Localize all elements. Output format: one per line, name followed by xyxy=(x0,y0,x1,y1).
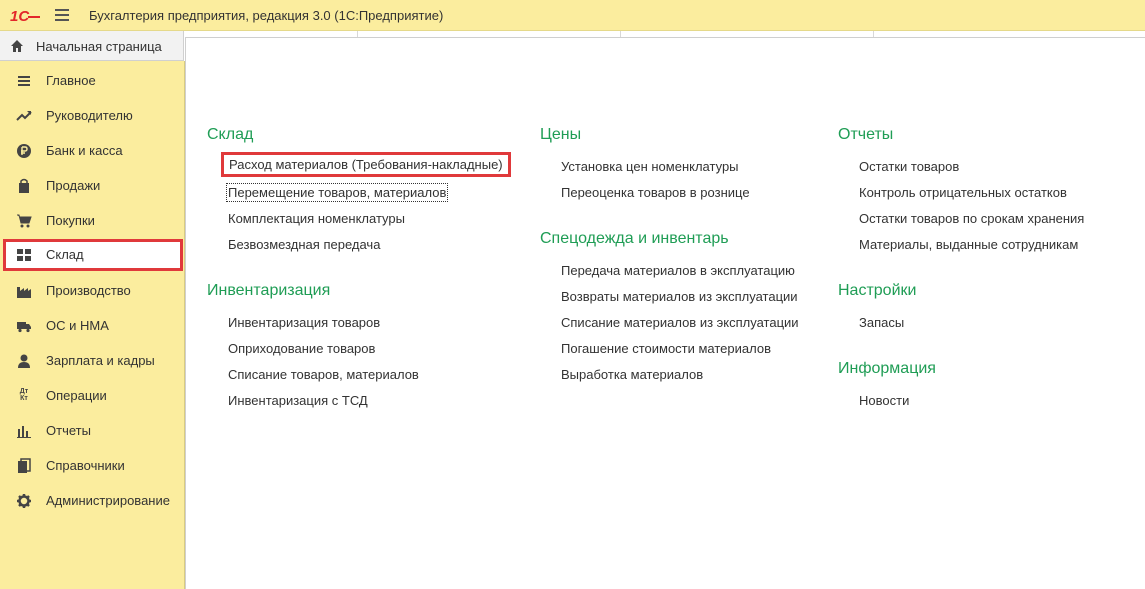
link-retail-revaluation[interactable]: Переоценка товаров в рознице xyxy=(561,185,750,200)
trend-icon xyxy=(16,111,32,121)
group-title-inventory: Инвентаризация xyxy=(207,282,331,299)
link-materials-issued[interactable]: Материалы, выданные сотрудникам xyxy=(859,237,1078,252)
link-inventory-tsd[interactable]: Инвентаризация с ТСД xyxy=(228,393,368,408)
sidebar-item-label: Справочники xyxy=(46,458,125,473)
link-materials-consumption[interactable]: Расход материалов (Требования-накладные) xyxy=(221,152,511,177)
sidebar-item-label: Операции xyxy=(46,388,107,403)
sidebar-item-directories[interactable]: Справочники xyxy=(0,450,184,482)
bag-icon xyxy=(19,178,29,193)
factory-icon xyxy=(17,287,31,298)
home-icon xyxy=(11,40,23,52)
sidebar-item-administration[interactable]: Администрирование xyxy=(0,485,184,517)
tab-home-label: Начальная страница xyxy=(36,39,162,54)
sidebar-item-manager[interactable]: Руководителю xyxy=(0,100,184,132)
group-title-information: Информация xyxy=(838,360,936,377)
warehouse-icon xyxy=(17,249,31,261)
sidebar-item-label: Зарплата и кадры xyxy=(46,353,155,368)
sidebar-item-warehouse[interactable]: Склад xyxy=(3,239,183,271)
gear-icon xyxy=(17,494,31,508)
group-title-warehouse: Склад xyxy=(207,126,254,143)
bar-chart-icon xyxy=(17,426,31,438)
sidebar-item-label: Склад xyxy=(46,247,84,262)
cart-icon xyxy=(17,214,32,228)
group-title-reports: Отчеты xyxy=(838,126,894,143)
books-icon xyxy=(18,458,31,473)
sidebar-item-label: Администрирование xyxy=(46,493,170,508)
link-materials-output[interactable]: Выработка материалов xyxy=(561,367,703,382)
sidebar-item-label: Покупки xyxy=(46,213,95,228)
1c-logo-icon[interactable]: 1С xyxy=(10,7,42,24)
sidebar-item-production[interactable]: Производство xyxy=(0,275,184,307)
person-icon xyxy=(18,354,30,368)
sidebar-item-main[interactable]: Главное xyxy=(0,65,184,97)
link-stocks-settings[interactable]: Запасы xyxy=(859,315,904,330)
link-balances-by-shelf-life[interactable]: Остатки товаров по срокам хранения xyxy=(859,211,1084,226)
ruble-icon xyxy=(17,144,31,158)
dt-kt-icon: Дт Кт xyxy=(19,388,29,402)
section-content: Склад Расход материалов (Требования-накл… xyxy=(185,37,1145,589)
sidebar-item-label: Производство xyxy=(46,283,131,298)
sections-panel: Главное Руководителю Банк и касса Продаж… xyxy=(0,61,185,589)
link-free-transfer[interactable]: Безвозмездная передача xyxy=(228,237,380,252)
sidebar-item-purchases[interactable]: Покупки xyxy=(0,205,184,237)
link-goods-balances[interactable]: Остатки товаров xyxy=(859,159,959,174)
link-set-prices[interactable]: Установка цен номенклатуры xyxy=(561,159,739,174)
sidebar-item-label: Банк и касса xyxy=(46,143,123,158)
tab-home[interactable]: Начальная страница xyxy=(0,31,184,61)
sidebar-item-fixed-assets[interactable]: ОС и НМА xyxy=(0,310,184,342)
truck-icon xyxy=(17,322,31,333)
link-goods-posting[interactable]: Оприходование товаров xyxy=(228,341,375,356)
link-negative-balances[interactable]: Контроль отрицательных остатков xyxy=(859,185,1067,200)
link-goods-inventory[interactable]: Инвентаризация товаров xyxy=(228,315,380,330)
list-icon xyxy=(18,76,30,86)
sidebar-item-label: Главное xyxy=(46,73,96,88)
sidebar-item-label: ОС и НМА xyxy=(46,318,109,333)
group-title-workwear: Спецодежда и инвентарь xyxy=(540,230,729,247)
sidebar-item-operations[interactable]: Дт Кт Операции xyxy=(0,380,184,412)
link-goods-transfer[interactable]: Перемещение товаров, материалов xyxy=(225,183,449,202)
sidebar-item-salary[interactable]: Зарплата и кадры xyxy=(0,345,184,377)
link-materials-writeoff[interactable]: Списание материалов из эксплуатации xyxy=(561,315,799,330)
title-bar: 1С Бухгалтерия предприятия, редакция 3.0… xyxy=(0,0,1145,31)
link-materials-to-operation[interactable]: Передача материалов в эксплуатацию xyxy=(561,263,795,278)
sidebar-item-label: Руководителю xyxy=(46,108,133,123)
link-assembly[interactable]: Комплектация номенклатуры xyxy=(228,211,405,226)
sidebar-item-reports[interactable]: Отчеты xyxy=(0,415,184,447)
sidebar-item-sales[interactable]: Продажи xyxy=(0,170,184,202)
group-title-settings: Настройки xyxy=(838,282,917,299)
sidebar-item-bank[interactable]: Банк и касса xyxy=(0,135,184,167)
main-menu-icon[interactable] xyxy=(55,9,69,21)
svg-text:1С: 1С xyxy=(10,8,30,24)
sidebar-item-label: Отчеты xyxy=(46,423,91,438)
group-title-prices: Цены xyxy=(540,126,582,143)
app-title: Бухгалтерия предприятия, редакция 3.0 (1… xyxy=(89,8,444,23)
link-materials-cost-repayment[interactable]: Погашение стоимости материалов xyxy=(561,341,771,356)
link-news[interactable]: Новости xyxy=(859,393,909,408)
sidebar-item-label: Продажи xyxy=(46,178,101,193)
link-materials-returns[interactable]: Возвраты материалов из эксплуатации xyxy=(561,289,798,304)
link-goods-writeoff[interactable]: Списание товаров, материалов xyxy=(228,367,419,382)
